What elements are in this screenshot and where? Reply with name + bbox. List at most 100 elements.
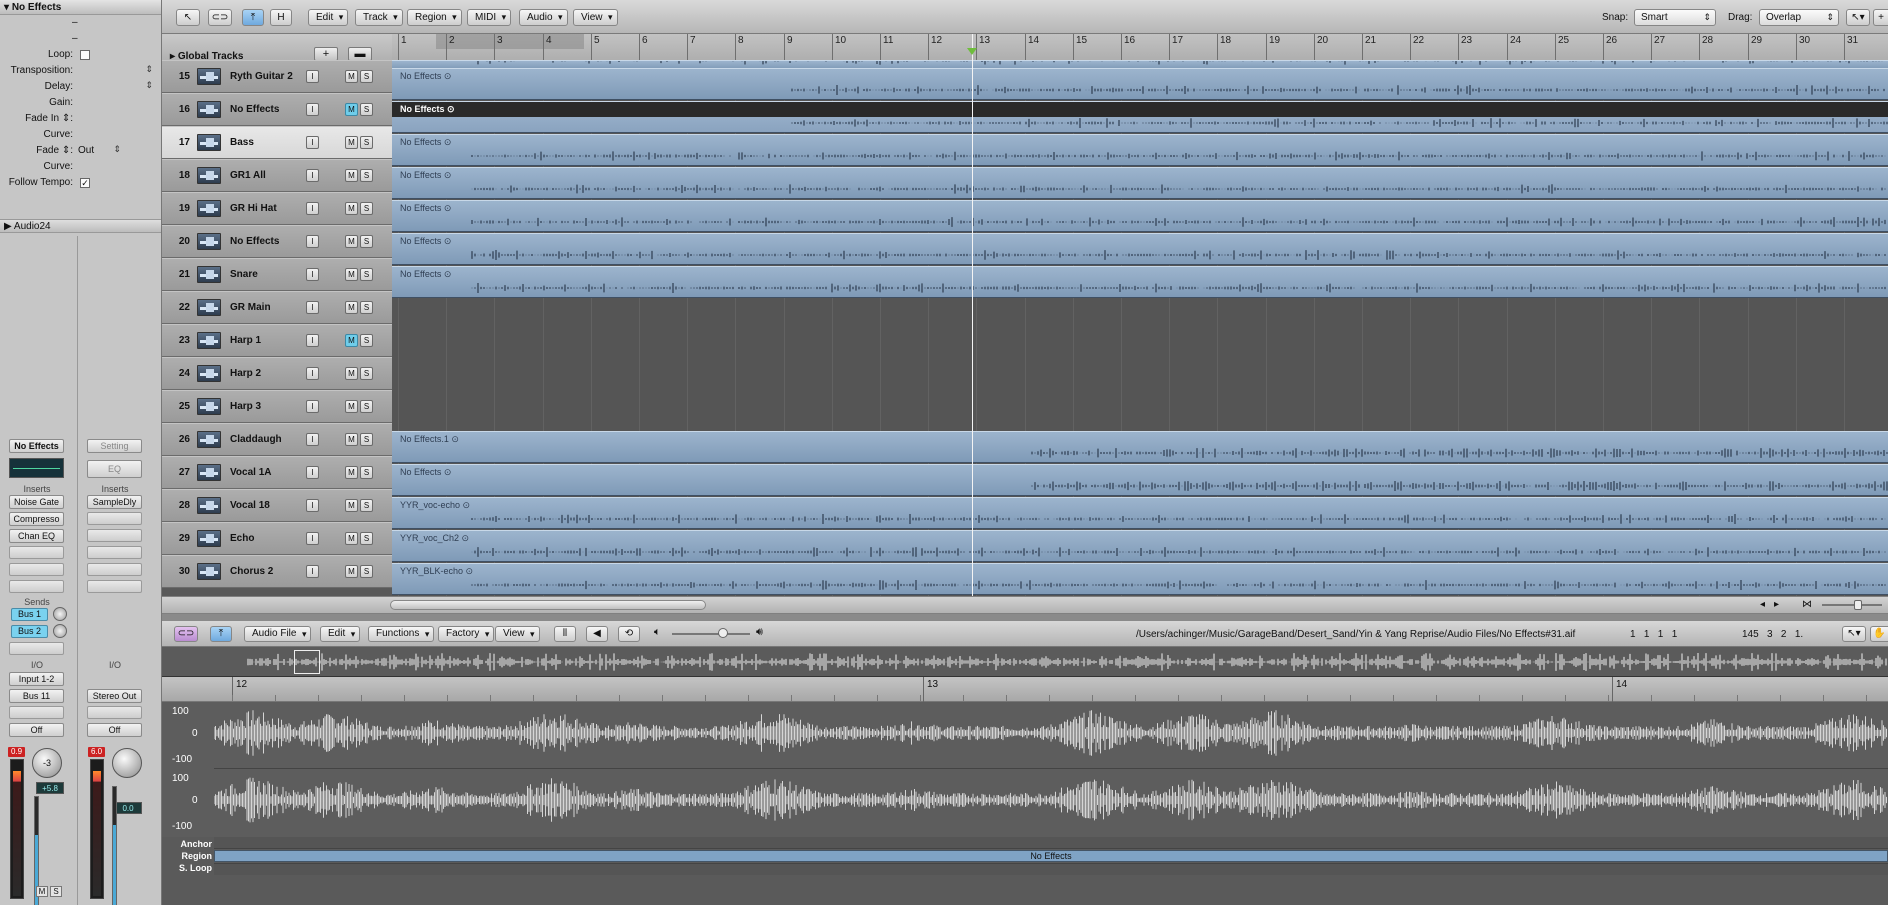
track-header[interactable]: 30Chorus 2IMS <box>162 555 392 588</box>
setting-button[interactable]: Setting <box>87 439 142 453</box>
param-checkbox[interactable] <box>80 50 90 60</box>
solo-button[interactable]: S <box>360 202 373 215</box>
track-name[interactable]: Snare <box>230 269 258 280</box>
track-name[interactable]: Vocal 1A <box>230 467 272 478</box>
mute-button[interactable]: M <box>345 70 358 83</box>
editor-ruler[interactable]: 12 13 14 <box>162 677 1888 702</box>
mute-button[interactable]: M <box>345 103 358 116</box>
volume-fader[interactable] <box>112 786 117 905</box>
insert-slot-empty[interactable] <box>9 563 64 576</box>
back-arrow-icon[interactable]: ↖ <box>176 9 200 26</box>
peak-level[interactable]: 6.0 <box>88 747 105 757</box>
link-icon[interactable]: ⊂⊃ <box>174 626 198 642</box>
record-enable-button[interactable]: I <box>306 202 319 215</box>
inspector-param-row[interactable]: Transposition:⇕ <box>0 63 161 79</box>
record-enable-button[interactable]: I <box>306 499 319 512</box>
track-inspector-header[interactable]: ▶ Audio24 <box>0 219 162 233</box>
eq-display[interactable] <box>9 458 64 478</box>
factory-menu[interactable]: Factory <box>438 626 494 642</box>
edit-menu[interactable]: Edit <box>308 9 348 26</box>
track-name[interactable]: Harp 2 <box>230 368 261 379</box>
pointer-tool-icon[interactable]: ↖▾ <box>1846 9 1870 26</box>
volume-slider-thumb[interactable] <box>718 628 728 638</box>
output-button[interactable]: Stereo Out <box>87 689 142 703</box>
insert-slot-empty[interactable] <box>9 580 64 593</box>
insert-slot-empty[interactable] <box>87 580 142 593</box>
record-enable-button[interactable]: I <box>306 235 319 248</box>
automation-mode[interactable]: Off <box>9 723 64 737</box>
cycle-region[interactable] <box>436 34 584 49</box>
audio-region[interactable]: No Effects ⊙ <box>392 200 1888 232</box>
mute-button[interactable]: M <box>345 235 358 248</box>
send-level-knob[interactable] <box>53 624 67 638</box>
hand-tool-icon[interactable]: ✋ <box>1870 626 1888 642</box>
pan-knob[interactable] <box>112 748 142 778</box>
functions-menu[interactable]: Functions <box>368 626 434 642</box>
editor-edit-menu[interactable]: Edit <box>320 626 360 642</box>
inspector-param-row[interactable]: Curve: <box>0 127 161 143</box>
record-enable-button[interactable]: I <box>306 367 319 380</box>
record-enable-button[interactable]: I <box>306 268 319 281</box>
track-header[interactable]: 21SnareIMS <box>162 258 392 291</box>
track-name[interactable]: Bass <box>230 137 254 148</box>
solo-button[interactable]: S <box>360 499 373 512</box>
param-checkbox[interactable]: ✓ <box>80 178 90 188</box>
zoom-right-icon[interactable]: ▸ <box>1774 599 1779 610</box>
arrange-scrollbar[interactable]: ◂ ▸ ⋈ <box>162 596 1888 614</box>
anchor-lane[interactable] <box>214 837 1888 849</box>
record-enable-button[interactable]: I <box>306 532 319 545</box>
editor-waveform-area[interactable]: 100 0 -100 100 0 -100 <box>162 702 1888 837</box>
pointer-tool-icon[interactable]: ↖▾ <box>1842 626 1866 642</box>
inspector-param-row[interactable]: Follow Tempo:✓ <box>0 175 161 191</box>
record-enable-button[interactable]: I <box>306 400 319 413</box>
audio-region[interactable]: No Effects.1 ⊙ <box>392 431 1888 463</box>
mute-button[interactable]: M <box>345 202 358 215</box>
insert-slot-empty[interactable] <box>9 546 64 559</box>
pan-knob[interactable]: -3 <box>32 748 62 778</box>
sloop-lane[interactable] <box>214 863 1888 875</box>
track-header[interactable]: 22GR MainIMS <box>162 291 392 324</box>
audio-region[interactable]: YYR_BLK-echo ⊙ <box>392 563 1888 595</box>
input-button[interactable]: Input 1-2 <box>9 672 64 686</box>
send-bus-2[interactable]: Bus 2 <box>11 625 48 638</box>
track-header[interactable]: 27Vocal 1AIMS <box>162 456 392 489</box>
eq-button[interactable]: EQ <box>87 460 142 478</box>
output-button[interactable]: Bus 11 <box>9 689 64 703</box>
mute-button[interactable]: M <box>345 301 358 314</box>
track-name[interactable]: No Effects <box>230 236 279 247</box>
add-track-icon[interactable]: + <box>314 47 338 61</box>
insert-slot-empty[interactable] <box>87 563 142 576</box>
record-enable-button[interactable]: I <box>306 433 319 446</box>
record-enable-button[interactable]: I <box>306 103 319 116</box>
track-header[interactable]: 29EchoIMS <box>162 522 392 555</box>
group-slot[interactable] <box>87 706 142 719</box>
track-name[interactable]: GR Hi Hat <box>230 203 277 214</box>
track-header[interactable]: 23Harp 1IMS <box>162 324 392 357</box>
solo-button[interactable]: S <box>360 301 373 314</box>
arrange-area[interactable]: 1234567891011121314151617181920212223242… <box>392 34 1888 596</box>
peak-level[interactable]: 0.9 <box>8 747 25 757</box>
track-header[interactable]: 18GR1 AllIMS <box>162 159 392 192</box>
inspector-param-row[interactable]: Loop: <box>0 47 161 63</box>
mute-button[interactable]: M <box>345 367 358 380</box>
track-name[interactable]: No Effects <box>230 104 279 115</box>
playhead-marker-icon[interactable] <box>967 48 977 55</box>
insert-slot-empty[interactable] <box>87 546 142 559</box>
record-enable-button[interactable]: I <box>306 136 319 149</box>
track-icon-button[interactable]: ▬ <box>348 47 372 61</box>
track-name[interactable]: Chorus 2 <box>230 566 273 577</box>
audio-region[interactable]: No Effects ⊙ <box>392 464 1888 496</box>
mute-button[interactable]: M <box>345 136 358 149</box>
track-name[interactable]: Harp 3 <box>230 401 261 412</box>
audio-region[interactable]: No Effects ⊙ <box>392 68 1888 100</box>
volume-slider[interactable] <box>672 633 750 635</box>
solo-button[interactable]: S <box>360 565 373 578</box>
catch-playhead-icon[interactable]: ⤒ <box>210 626 232 642</box>
play-icon[interactable]: ◀ <box>586 626 608 642</box>
send-bus-1[interactable]: Bus 1 <box>11 608 48 621</box>
zoom-left-icon[interactable]: ◂ <box>1760 599 1765 610</box>
param-value[interactable]: Out <box>78 145 94 156</box>
record-enable-button[interactable]: I <box>306 565 319 578</box>
volume-value[interactable]: +5.8 <box>36 782 64 794</box>
mute-button[interactable]: M <box>36 886 48 897</box>
